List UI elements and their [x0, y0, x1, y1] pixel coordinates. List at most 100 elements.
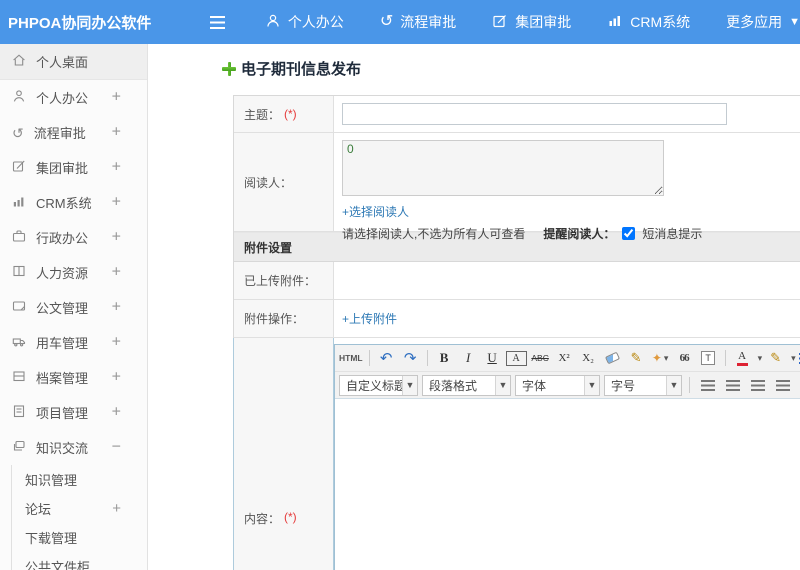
- sms-notify-checkbox[interactable]: [622, 227, 636, 240]
- subject-label: 主题： (*): [234, 96, 334, 132]
- font-color-button[interactable]: A: [732, 348, 753, 369]
- align-right-icon: [750, 379, 765, 391]
- html-source-button[interactable]: HTML: [339, 348, 363, 369]
- subject-input[interactable]: [342, 103, 727, 125]
- justify-icon: [775, 379, 790, 391]
- topbar: PHPOA协同办公软件 个人办公 ↺ 流程审批 集团审批 CRM系统 更多应用: [0, 0, 800, 44]
- justify-button[interactable]: [772, 375, 793, 396]
- strikethrough-button[interactable]: ABC: [530, 348, 551, 369]
- editor-toolbar-row2: 自定义标题 ▼ 段落格式 ▼ 字体 ▼ 字号 ▼: [335, 372, 800, 399]
- remove-format-button[interactable]: [602, 348, 623, 369]
- hamburger-menu-icon[interactable]: [210, 15, 225, 29]
- caret-down-icon: ▾: [757, 352, 763, 363]
- topnav-crm[interactable]: CRM系统: [607, 12, 690, 32]
- book-icon: [12, 264, 26, 281]
- sidebar-item-admin-office[interactable]: 行政办公 +: [0, 220, 147, 255]
- choose-readers-link[interactable]: +选择阅读人: [342, 203, 409, 220]
- app-brand: PHPOA协同办公软件: [8, 14, 152, 32]
- paragraph-format-select[interactable]: 段落格式 ▼: [422, 374, 511, 396]
- expand-plus-icon[interactable]: +: [112, 228, 121, 246]
- expand-plus-icon[interactable]: +: [112, 263, 121, 281]
- heading-select[interactable]: 自定义标题 ▼: [339, 374, 418, 396]
- sidebar-item-archive-mgmt[interactable]: 档案管理 +: [0, 360, 147, 395]
- readers-textarea[interactable]: 0: [342, 140, 664, 196]
- sidebar-subitem-public-cabinet[interactable]: 公共文件柜: [12, 552, 147, 570]
- sidebar-item-personal-office[interactable]: 个人办公 +: [0, 80, 147, 115]
- clipboard-icon: [12, 404, 26, 421]
- toolbar-separator: [368, 350, 370, 366]
- archive-icon: [12, 369, 26, 386]
- sidebar-item-personal-desktop[interactable]: 个人桌面: [0, 44, 147, 80]
- sidebar-subitem-knowledge-mgmt[interactable]: 知识管理: [12, 465, 147, 494]
- expand-plus-icon[interactable]: +: [112, 500, 121, 517]
- redo-icon[interactable]: ↷: [400, 348, 421, 369]
- expand-plus-icon[interactable]: +: [112, 193, 121, 211]
- topnav-label: 集团审批: [515, 14, 572, 30]
- flow-icon: ↺: [379, 13, 394, 30]
- sidebar-subgroup-knowledge: 知识管理 论坛 + 下载管理 公共文件柜: [11, 465, 147, 570]
- subscript-button[interactable]: X₂: [578, 348, 599, 369]
- rich-text-editor: HTML ↶ ↷ B I U A ABC X² X₂ ✎ ✦ ▾ 66 T A …: [334, 344, 800, 570]
- topnav-workflow-approval[interactable]: ↺ 流程审批: [380, 12, 456, 32]
- uploaded-attachments-row: 已上传附件：: [234, 262, 800, 300]
- topnav-more-apps[interactable]: 更多应用 ▼: [726, 12, 800, 32]
- sidebar-item-document-mgmt[interactable]: 公文管理 +: [0, 290, 147, 325]
- autoformat-button[interactable]: ✦ ▾: [650, 348, 671, 369]
- caret-down-icon: ▼: [789, 15, 800, 28]
- chart-icon: [12, 194, 26, 211]
- collapse-minus-icon[interactable]: −: [112, 438, 121, 456]
- bold-button[interactable]: B: [434, 348, 455, 369]
- editor-content-area[interactable]: [335, 399, 800, 570]
- font-size-select[interactable]: 字号 ▼: [604, 374, 682, 396]
- blockquote-button[interactable]: 66: [674, 348, 695, 369]
- align-center-button[interactable]: [722, 375, 743, 396]
- expand-plus-icon[interactable]: +: [112, 158, 121, 176]
- sidebar: 个人桌面 个人办公 + ↺ 流程审批 + 集团审批 + CRM系统 + 行政办公…: [0, 44, 148, 570]
- align-center-icon: [725, 379, 740, 391]
- align-left-button[interactable]: [697, 375, 718, 396]
- expand-plus-icon[interactable]: +: [112, 368, 121, 386]
- sidebar-item-workflow-approval[interactable]: ↺ 流程审批 +: [0, 115, 147, 150]
- sidebar-item-knowledge-exchange[interactable]: 知识交流 −: [0, 430, 147, 465]
- caret-down-icon: ▼: [666, 375, 681, 395]
- upload-attachment-link[interactable]: +上传附件: [342, 310, 397, 327]
- align-left-icon: [700, 379, 715, 391]
- paste-as-text-button[interactable]: T: [698, 348, 719, 369]
- publish-form: 主题： (*) 阅读人： 0 +选择阅读人 请选择阅读人,不选为所有人可查看 提…: [233, 95, 800, 570]
- superscript-button[interactable]: X²: [554, 348, 575, 369]
- sidebar-item-vehicle-mgmt[interactable]: 用车管理 +: [0, 325, 147, 360]
- sidebar-subitem-download-mgmt[interactable]: 下载管理: [12, 523, 147, 552]
- topnav-personal-office[interactable]: 个人办公: [265, 12, 344, 32]
- caret-down-icon: ▾: [663, 352, 669, 363]
- font-style-button[interactable]: A: [505, 350, 527, 366]
- sidebar-subitem-forum[interactable]: 论坛 +: [12, 494, 147, 523]
- attachment-action-label: 附件操作：: [234, 300, 334, 337]
- highlight-color-button[interactable]: ✎: [765, 348, 786, 369]
- underline-button[interactable]: U: [482, 348, 503, 369]
- format-painter-button[interactable]: ✎: [626, 348, 647, 369]
- required-mark: (*): [284, 107, 297, 121]
- topnav-label: 更多应用: [726, 14, 783, 30]
- expand-plus-icon[interactable]: +: [112, 88, 121, 106]
- uploaded-label: 已上传附件：: [234, 262, 334, 299]
- sidebar-item-group-approval[interactable]: 集团审批 +: [0, 150, 147, 185]
- expand-plus-icon[interactable]: +: [112, 298, 121, 316]
- topnav-group-approval[interactable]: 集团审批: [492, 12, 571, 32]
- align-right-button[interactable]: [747, 375, 768, 396]
- font-family-select[interactable]: 字体 ▼: [515, 374, 600, 396]
- toolbar-separator: [724, 350, 726, 366]
- expand-plus-icon[interactable]: +: [112, 403, 121, 421]
- readers-label: 阅读人：: [234, 133, 334, 231]
- home-icon: [12, 53, 26, 70]
- green-plus-icon: [222, 61, 236, 76]
- sidebar-item-crm[interactable]: CRM系统 +: [0, 185, 147, 220]
- top-navigation: 个人办公 ↺ 流程审批 集团审批 CRM系统 更多应用 ▼: [265, 12, 800, 32]
- undo-icon[interactable]: ↶: [376, 348, 397, 369]
- sidebar-item-project-mgmt[interactable]: 项目管理 +: [0, 395, 147, 430]
- expand-plus-icon[interactable]: +: [112, 333, 121, 351]
- sidebar-item-hr[interactable]: 人力资源 +: [0, 255, 147, 290]
- content-row: 内容： (*) HTML ↶ ↷ B I U A ABC X² X₂ ✎ ✦ ▾…: [233, 338, 800, 570]
- document-icon: [12, 299, 26, 316]
- expand-plus-icon[interactable]: +: [112, 123, 121, 141]
- italic-button[interactable]: I: [458, 348, 479, 369]
